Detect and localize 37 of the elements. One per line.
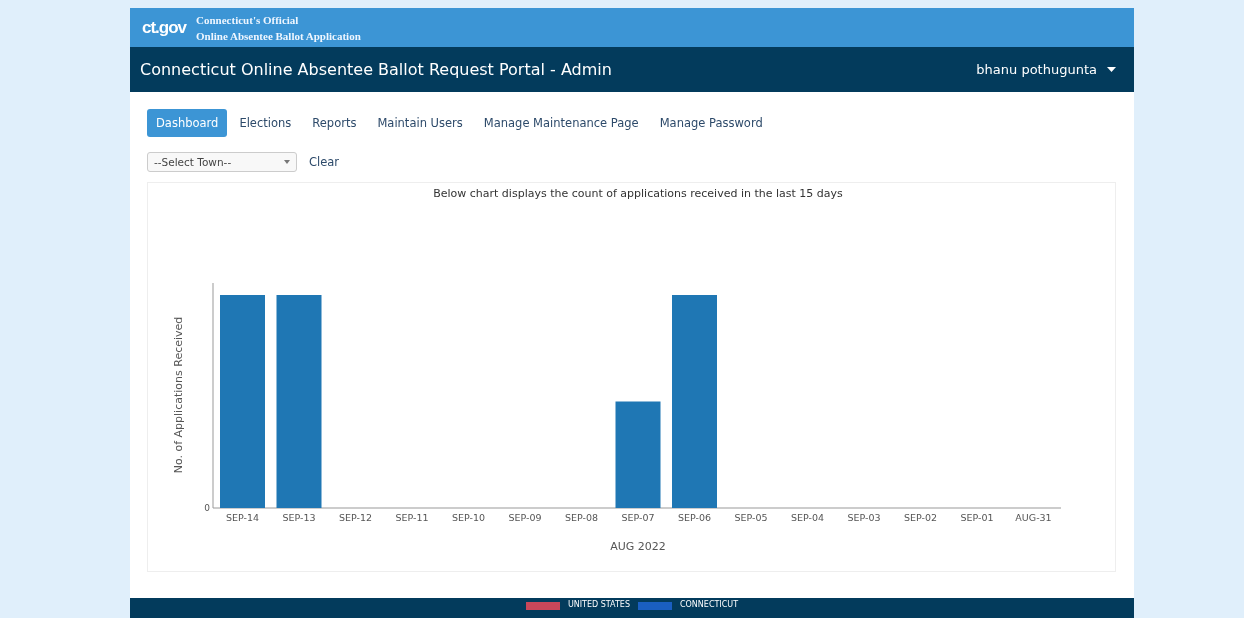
portal-title: Connecticut Online Absentee Ballot Request Portal - Admin — [140, 60, 612, 79]
y-tick-label: 0 — [204, 503, 210, 513]
x-tick-label: SEP-11 — [395, 512, 429, 523]
x-tick-label: SEP-01 — [960, 512, 994, 523]
x-tick-label: SEP-12 — [338, 512, 373, 523]
nav-tab[interactable]: Elections — [230, 109, 301, 137]
clear-link[interactable]: Clear — [309, 155, 340, 169]
caret-icon — [1107, 67, 1116, 72]
nav-tab[interactable]: Manage Password — [650, 109, 772, 137]
header-title: Online Absentee Ballot Application — [196, 28, 361, 44]
x-tick-label: SEP-04 — [790, 512, 825, 523]
user-menu[interactable]: bhanu pothugunta — [970, 61, 1122, 78]
flag-icon — [638, 602, 672, 610]
x-tick-label: SEP-07 — [621, 512, 655, 523]
nav-tab[interactable]: Maintain Users — [368, 109, 472, 137]
y-axis-label: No. of Applications Received — [172, 316, 185, 474]
x-tick-label: SEP-05 — [734, 512, 768, 523]
x-tick-label: SEP-08 — [564, 512, 599, 523]
x-axis-label: AUG 2022 — [610, 540, 666, 553]
x-tick-label: SEP-03 — [847, 512, 881, 523]
chart-title: Below chart displays the count of applications received in the last 15 days — [433, 187, 843, 200]
footer-text: CONNECTICUT — [680, 600, 739, 609]
x-tick-label: SEP-13 — [282, 512, 316, 523]
caret-icon — [284, 160, 290, 164]
header-subtitle: Connecticut's Official — [196, 12, 300, 28]
x-tick-label: SEP-06 — [677, 512, 712, 523]
x-tick-label: SEP-14 — [225, 512, 260, 523]
flag-icon — [525, 602, 560, 610]
nav-tab[interactable]: Reports — [303, 109, 366, 137]
footer-text: UNITED STATES — [567, 600, 630, 609]
x-tick-label: SEP-02 — [903, 512, 938, 523]
x-tick-label: SEP-10 — [451, 512, 486, 523]
ct-gov-logo: ct.gov — [142, 17, 187, 38]
town-select[interactable]: --Select Town-- — [147, 152, 297, 172]
x-tick-label: SEP-09 — [508, 512, 542, 523]
nav-tab[interactable]: Manage Maintenance Page — [474, 109, 648, 137]
x-tick-label: AUG-31 — [1015, 512, 1052, 523]
